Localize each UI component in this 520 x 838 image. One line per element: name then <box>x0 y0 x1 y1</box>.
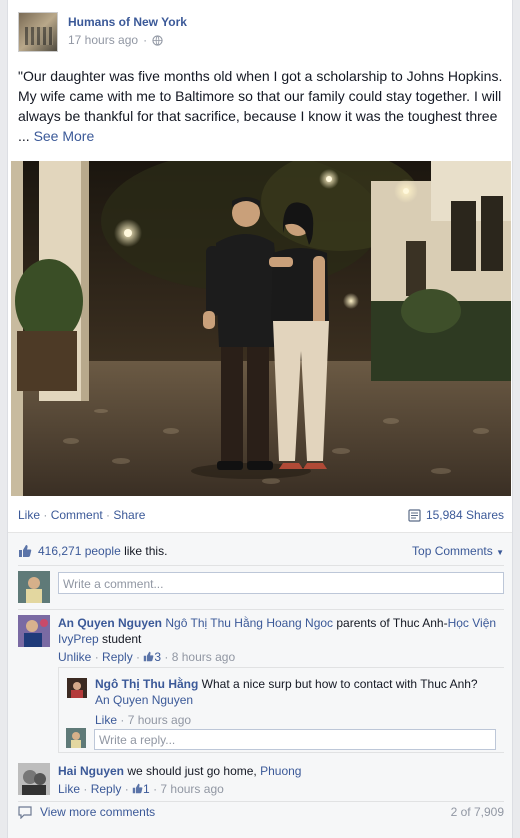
post-photo[interactable] <box>11 161 511 496</box>
share-action[interactable]: Share <box>113 508 145 522</box>
post-actions: Like · Comment · Share 15,984 Shares <box>18 508 504 522</box>
reply-author[interactable]: Ngô Thị Thu Hằng <box>95 677 198 691</box>
unlike-link[interactable]: Unlike <box>58 650 91 664</box>
top-comments-label: Top Comments <box>412 544 493 558</box>
couple-photo-image <box>11 161 511 496</box>
reply-link[interactable]: Reply <box>91 782 122 796</box>
mention-link[interactable]: Phuong <box>260 764 301 778</box>
share-icon <box>408 508 421 522</box>
avatar[interactable] <box>18 615 50 647</box>
comment-text: we should just go home, <box>127 764 261 778</box>
comment-meta: Unlike · Reply · 3 · 8 hours ago <box>58 650 236 664</box>
reply-time[interactable]: 7 hours ago <box>128 713 191 727</box>
reply-text: What a nice surp but how to contact with… <box>201 677 478 691</box>
page-name-link[interactable]: Humans of New York <box>68 15 187 29</box>
comment-item: An Quyen Nguyen Ngô Thị Thu Hằng Hoang N… <box>18 615 504 664</box>
comment-text: student <box>98 632 142 646</box>
post-text: "Our daughter was five months old when I… <box>18 66 504 146</box>
avatar <box>66 728 86 748</box>
see-more-link[interactable]: See More <box>34 128 95 144</box>
comment-text: parents of Thuc Anh- <box>333 616 448 630</box>
globe-icon[interactable] <box>152 34 163 46</box>
comment-action[interactable]: Comment <box>51 508 103 522</box>
thumbs-up-icon <box>19 545 32 557</box>
reply-link[interactable]: Reply <box>102 650 133 664</box>
comment-bubble-icon <box>18 805 32 819</box>
mention-link[interactable]: Hoang Ngoc <box>266 616 333 630</box>
view-more-label: View more comments <box>40 805 156 819</box>
avatar <box>18 571 50 603</box>
post-ellipsis: ... <box>18 128 34 144</box>
like-action[interactable]: Like <box>18 508 40 522</box>
comment-input[interactable]: Write a comment... <box>58 572 504 594</box>
thumbs-up-icon <box>132 783 143 794</box>
like-link[interactable]: Like <box>58 782 80 796</box>
mention-link[interactable]: Ngô Thị Thu Hằng <box>165 616 263 630</box>
view-more-link[interactable]: View more comments <box>18 805 155 819</box>
thumbs-up-icon <box>144 651 154 662</box>
post-body-text: "Our daughter was five months old when I… <box>18 68 503 124</box>
chevron-down-icon: ▼ <box>496 548 504 557</box>
post-timestamp[interactable]: 17 hours ago <box>68 33 138 47</box>
comment-item: Hai Nguyen we should just go home, Phuon… <box>18 763 504 799</box>
likes-suffix: like this. <box>120 544 168 558</box>
likes-count-link[interactable]: 416,271 people <box>38 544 121 558</box>
comments-section: 416,271 people like this. Top Comments ▼… <box>8 532 512 838</box>
comment-time[interactable]: 7 hours ago <box>160 782 223 796</box>
mention-link[interactable]: An Quyen Nguyen <box>95 693 193 707</box>
post-card: Humans of New York 17 hours ago · "Our d… <box>7 0 513 838</box>
shares-count-label: 15,984 Shares <box>425 508 504 522</box>
post-meta: 17 hours ago · <box>68 33 163 47</box>
comment-author[interactable]: An Quyen Nguyen <box>58 616 162 630</box>
avatar[interactable] <box>18 763 50 795</box>
comment-time[interactable]: 8 hours ago <box>172 650 235 664</box>
comment-likes[interactable]: 1 <box>132 782 150 796</box>
reply-input[interactable]: Write a reply... <box>94 729 496 750</box>
comment-author[interactable]: Hai Nguyen <box>58 764 124 778</box>
page-avatar[interactable] <box>18 12 58 52</box>
comment-composer: Write a comment... <box>18 571 504 603</box>
comment-meta: Like · Reply · 1 · 7 hours ago <box>58 782 224 796</box>
likes-row: 416,271 people like this. Top Comments ▼ <box>18 544 504 560</box>
shares-count[interactable]: 15,984 Shares <box>408 508 504 522</box>
like-link[interactable]: Like <box>95 713 117 727</box>
view-more-comments: View more comments 2 of 7,909 <box>18 805 504 823</box>
post-header: Humans of New York 17 hours ago · <box>18 10 498 54</box>
avatar[interactable] <box>67 678 87 698</box>
comment-likes[interactable]: 3 <box>143 650 161 664</box>
top-comments-dropdown[interactable]: Top Comments ▼ <box>412 544 504 558</box>
reply-composer: Write a reply... <box>66 727 504 751</box>
comment-count: 2 of 7,909 <box>450 805 504 819</box>
